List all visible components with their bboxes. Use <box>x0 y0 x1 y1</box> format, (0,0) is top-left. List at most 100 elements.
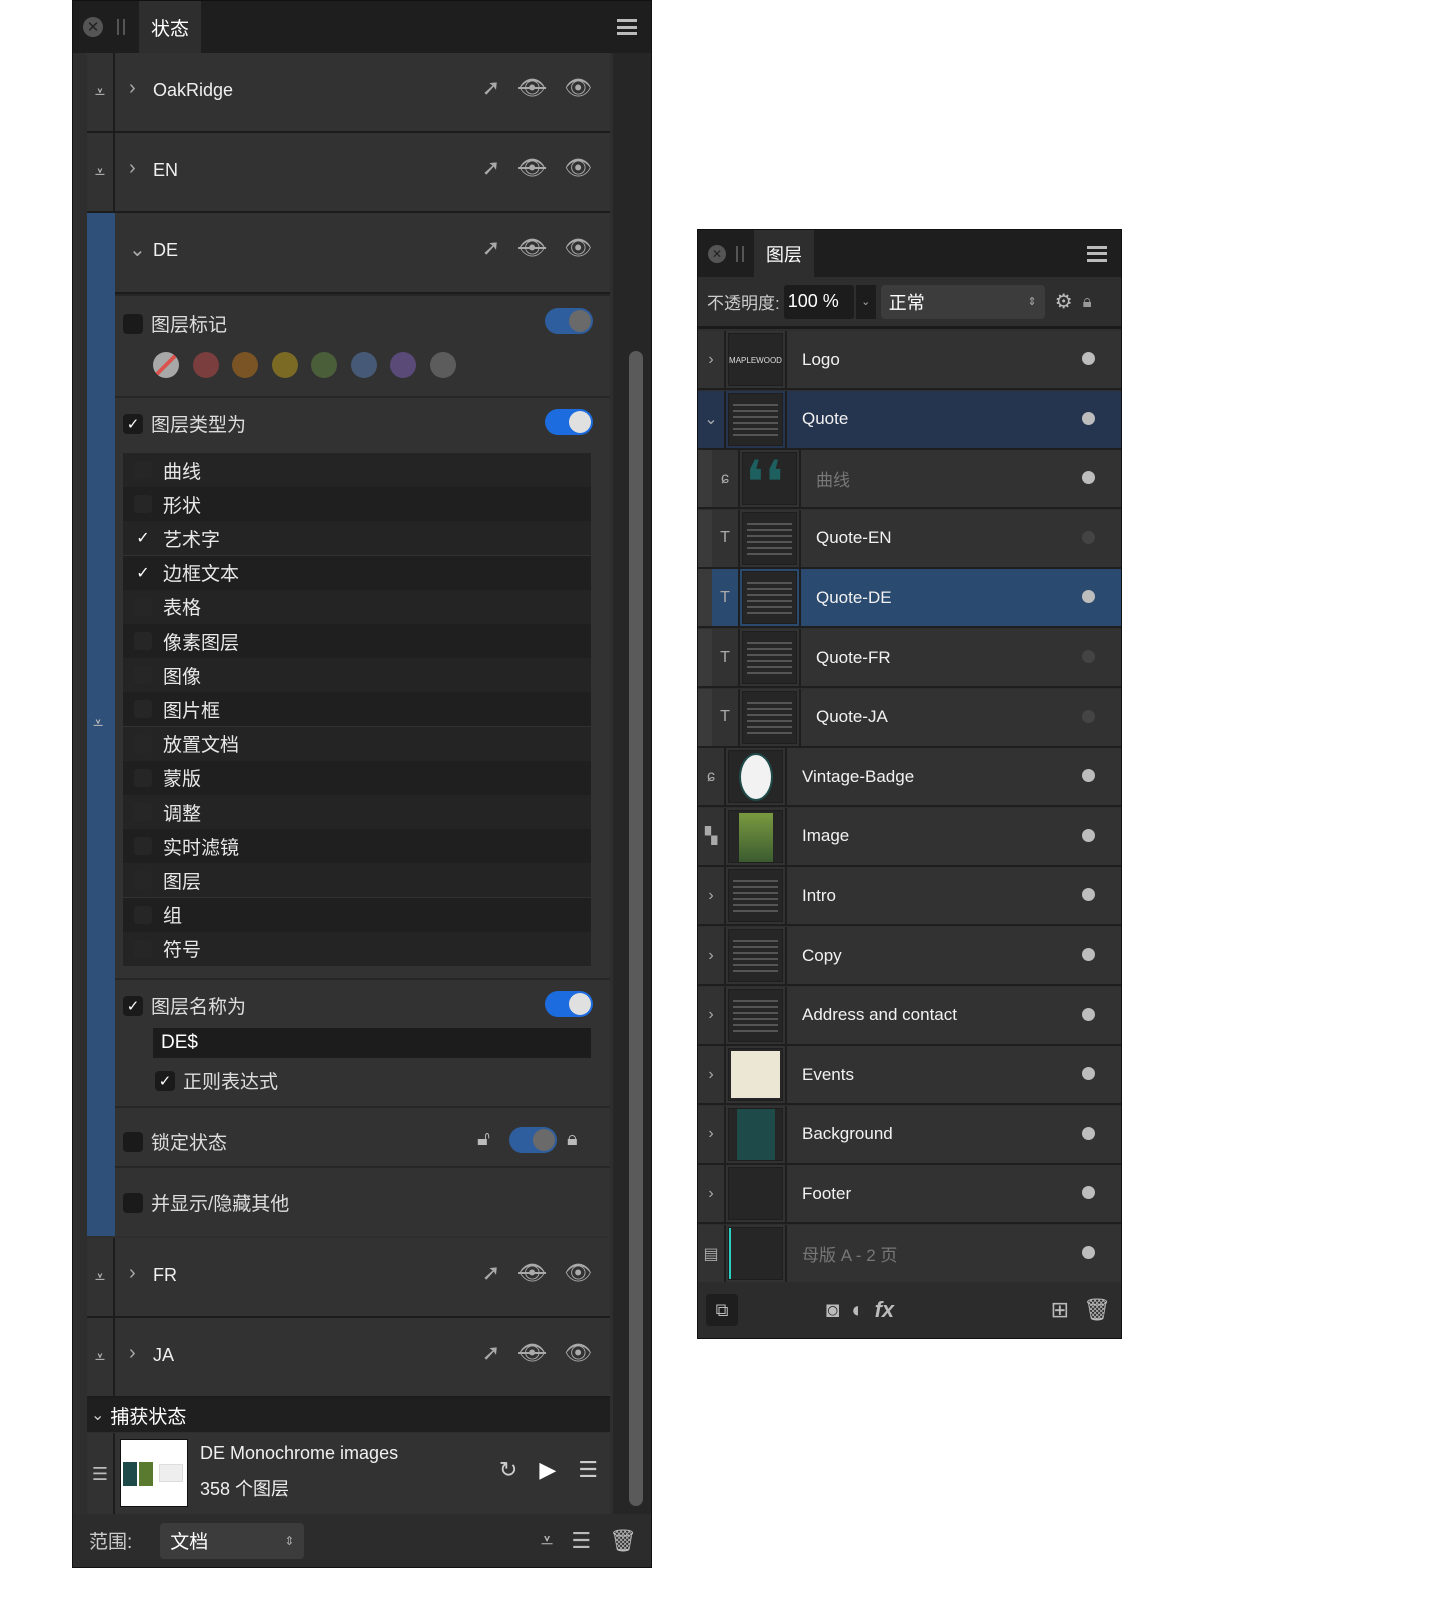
close-icon[interactable]: ✕ <box>83 17 103 37</box>
apply-state-icon[interactable]: ⩡ <box>541 1528 553 1554</box>
tab-states[interactable]: 状态 <box>139 1 202 53</box>
close-icon[interactable]: ✕ <box>708 244 726 263</box>
layer-row[interactable]: ▚ Image <box>698 807 1121 867</box>
pixel-icon[interactable]: ▚ <box>698 807 726 865</box>
select-layers-icon[interactable]: ➚ <box>482 75 500 101</box>
layer-type-item[interactable]: 像素图层 <box>123 624 591 658</box>
lock-toggle[interactable] <box>509 1127 557 1153</box>
state-row[interactable]: ⩡ › FR ➚ 👁︎ 👁︎ <box>87 1238 610 1318</box>
layer-row[interactable]: T Quote-JA <box>698 688 1121 748</box>
eye-icon[interactable]: 👁︎ <box>564 1340 592 1366</box>
visibility-dot[interactable] <box>1082 888 1095 902</box>
apply-state-icon[interactable]: ⩡ <box>87 53 115 131</box>
layer-type-item[interactable]: 图像 <box>123 658 591 693</box>
hide-icon[interactable]: 👁︎ <box>518 155 546 181</box>
layer-row[interactable]: T Quote-EN <box>698 509 1121 569</box>
layer-row[interactable]: T Quote-FR <box>698 629 1121 688</box>
blend-mode-select[interactable]: 正常 ⇕ <box>880 284 1045 319</box>
chevron-right-icon[interactable]: › <box>698 986 726 1044</box>
master-page-icon[interactable]: ▤ <box>698 1225 726 1282</box>
select-layers-icon[interactable]: ➚ <box>482 235 500 261</box>
layer-type-checkbox[interactable] <box>134 461 152 479</box>
visibility-dot[interactable] <box>1082 411 1095 425</box>
layer-type-checkbox[interactable] <box>134 905 152 924</box>
refresh-icon[interactable]: ↻ <box>499 1457 517 1483</box>
eye-icon[interactable]: 👁︎ <box>564 155 592 181</box>
state-row[interactable]: ⩡ › JA ➚ 👁︎ 👁︎ <box>87 1318 610 1398</box>
layer-type-checkbox[interactable] <box>134 700 152 719</box>
visibility-dot[interactable] <box>1082 352 1095 365</box>
layer-row[interactable]: › Intro <box>698 867 1121 927</box>
trash-icon[interactable]: 🗑︎ <box>609 1528 637 1554</box>
lock-icon[interactable]: 🔒︎ <box>1083 292 1092 312</box>
capture-item[interactable]: ☰ DE Monochrome images 358 个图层 ↻ ▶ ☰ <box>87 1433 610 1515</box>
apply-state-icon[interactable]: ⩡ <box>87 133 115 211</box>
layer-type-item[interactable]: 曲线 <box>123 453 591 487</box>
text-frame-icon[interactable]: T <box>712 629 740 686</box>
layer-type-checkbox[interactable] <box>134 734 152 753</box>
visibility-dot[interactable] <box>1082 1246 1095 1259</box>
layer-type-item[interactable]: 调整 <box>123 795 591 829</box>
chevron-right-icon[interactable]: › <box>698 1165 726 1223</box>
color-tag[interactable] <box>271 352 298 378</box>
select-layers-icon[interactable]: ➚ <box>482 155 500 181</box>
scrollbar-thumb[interactable] <box>629 351 643 1506</box>
layer-type-item[interactable]: 表格 <box>123 589 591 624</box>
drag-handle-icon[interactable] <box>117 19 125 35</box>
color-tag[interactable] <box>429 352 456 378</box>
layer-row[interactable]: › Address and contact <box>698 986 1121 1046</box>
layer-type-checkbox[interactable] <box>134 632 152 650</box>
play-icon[interactable]: ▶ <box>539 1457 556 1483</box>
layer-name-input[interactable]: DE$ <box>153 1028 591 1058</box>
layer-row[interactable]: ⌄ Quote <box>698 390 1121 450</box>
text-frame-icon[interactable]: T <box>712 569 740 627</box>
panel-menu-icon[interactable] <box>1087 245 1107 262</box>
layer-type-item[interactable]: 放置文档 <box>123 726 591 761</box>
adjustment-icon[interactable]: ◐ <box>851 1297 864 1323</box>
show-hide-others-checkbox[interactable] <box>123 1192 143 1213</box>
layer-type-toggle[interactable] <box>545 409 593 435</box>
fx-icon[interactable]: fx <box>875 1297 895 1323</box>
layer-row[interactable]: › Copy <box>698 927 1121 986</box>
visibility-dot[interactable] <box>1082 650 1095 663</box>
layer-type-checkbox[interactable]: ✓ <box>123 413 143 434</box>
chevron-down-icon[interactable]: ⌄ <box>698 390 726 448</box>
layer-row[interactable]: ɕ Vintage-Badge <box>698 748 1121 808</box>
chevron-right-icon[interactable]: › <box>129 1262 136 1285</box>
trash-icon[interactable]: 🗑︎ <box>1083 1297 1111 1323</box>
scrollbar-track[interactable] <box>613 53 651 1515</box>
layer-row[interactable]: › MAPLEWOOD Logo <box>698 331 1121 390</box>
arrange-icon[interactable]: ⧉ <box>706 1294 738 1326</box>
layer-type-item[interactable]: 实时滤镜 <box>123 829 591 864</box>
visibility-dot[interactable] <box>1082 709 1095 723</box>
layer-tag-toggle[interactable] <box>545 308 593 334</box>
visibility-dot[interactable] <box>1082 1126 1095 1140</box>
select-layers-icon[interactable]: ➚ <box>482 1260 500 1286</box>
chevron-right-icon[interactable]: › <box>698 927 726 984</box>
layer-tag-checkbox[interactable] <box>123 313 143 334</box>
eye-icon[interactable]: 👁︎ <box>564 75 592 101</box>
gear-icon[interactable]: ⚙ <box>1055 289 1073 314</box>
layer-type-item[interactable]: 图片框 <box>123 692 591 727</box>
chevron-right-icon[interactable]: › <box>129 1342 136 1365</box>
visibility-dot[interactable] <box>1082 1186 1095 1200</box>
text-frame-icon[interactable]: T <box>712 688 740 746</box>
color-tag[interactable] <box>350 352 377 378</box>
color-tag[interactable] <box>390 352 416 378</box>
hide-icon[interactable]: 👁︎ <box>518 1340 546 1366</box>
visibility-dot[interactable] <box>1082 1067 1095 1081</box>
visibility-dot[interactable] <box>1082 590 1095 604</box>
chevron-right-icon[interactable]: › <box>698 1105 726 1163</box>
capture-section-header[interactable]: ⌄ 捕获状态 <box>87 1398 610 1432</box>
layer-type-item[interactable]: ✓ 边框文本 <box>123 555 591 590</box>
hide-icon[interactable]: 👁︎ <box>518 75 546 101</box>
opacity-dropdown-icon[interactable]: ⌄ <box>855 284 876 319</box>
layer-row[interactable]: ▤ 母版 A - 2 页 <box>698 1225 1121 1284</box>
layer-type-checkbox[interactable] <box>134 837 152 856</box>
eye-icon[interactable]: 👁︎ <box>564 235 592 261</box>
layer-name-checkbox[interactable]: ✓ <box>123 995 143 1016</box>
layer-type-item[interactable]: 形状 <box>123 487 591 522</box>
chevron-right-icon[interactable]: › <box>129 157 136 180</box>
tab-layers[interactable]: 图层 <box>754 230 814 277</box>
apply-state-icon[interactable]: ⩡ <box>87 1318 115 1396</box>
